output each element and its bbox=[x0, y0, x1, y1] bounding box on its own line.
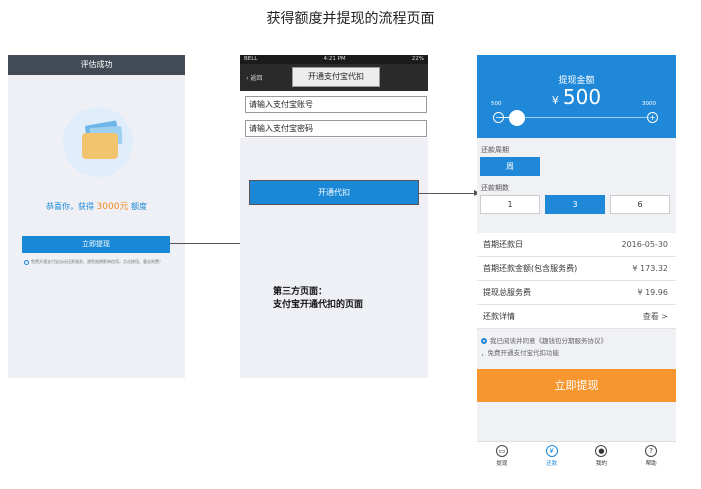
list-item: 提现总服务费 ¥ 19.96 bbox=[477, 281, 676, 305]
screen-alipay-autopay: BELL 4:21 PM 22% ‹ 返回 开通支付宝代扣 请输入支付宝账号 请… bbox=[240, 55, 428, 378]
back-button[interactable]: ‹ 返回 bbox=[246, 73, 262, 82]
back-label: 返回 bbox=[250, 75, 263, 82]
flow-arrow-2 bbox=[418, 193, 474, 194]
withdraw-now-button[interactable]: 立即提现 bbox=[477, 369, 676, 402]
autopay-note: 免费开通支付宝自动还款服务，避免逾期影响信用，点击按钮，重去则费！ bbox=[24, 258, 174, 265]
third-party-line2: 支付宝开通代扣的页面 bbox=[273, 300, 364, 310]
open-autopay-button[interactable]: 开通代扣 bbox=[249, 180, 419, 205]
list-item: 首期还款金额(包含服务费) ¥ 173.32 bbox=[477, 257, 676, 281]
withdraw-now-button[interactable]: 立即提现 bbox=[22, 236, 170, 253]
agreement-line1[interactable]: 我已阅读并同意《趣钱包分期服务协议》 bbox=[490, 337, 607, 345]
nav-title: 开通支付宝代扣 bbox=[292, 67, 380, 87]
minus-icon[interactable]: − bbox=[493, 112, 504, 123]
periods-label: 还款期数 bbox=[481, 184, 509, 192]
credit-amount: 3000元 bbox=[96, 202, 129, 212]
third-party-line1: 第三方页面： bbox=[273, 287, 328, 297]
congrats-prefix: 恭喜你，获得 bbox=[46, 202, 94, 211]
tab-mine[interactable]: ● 我的 bbox=[577, 442, 627, 473]
repayment-details: 首期还款日 2016-05-30 首期还款金额(包含服务费) ¥ 173.32 提现… bbox=[477, 233, 676, 329]
row-value: 2016-05-30 bbox=[621, 240, 669, 249]
congrats-text: 恭喜你，获得 3000元 额度 bbox=[8, 199, 185, 212]
tab-label: 提现 bbox=[496, 461, 508, 467]
period-option[interactable]: 6 bbox=[610, 195, 670, 214]
carrier: BELL bbox=[244, 56, 258, 62]
amount-header: 提现金额 ¥500 500 3000 − + bbox=[477, 55, 676, 138]
row-value: 查看 > bbox=[642, 312, 668, 321]
screen-withdraw: 提现金额 ¥500 500 3000 − + 还款周期 周 还款期数 1 3 6… bbox=[477, 55, 676, 473]
agreement: 我已阅读并同意《趣钱包分期服务协议》 ，免费开通支付宝代扣功能 bbox=[481, 335, 671, 359]
row-value: ¥ 19.96 bbox=[637, 288, 668, 297]
repayment-detail-link[interactable]: 还款详情 查看 > bbox=[477, 305, 676, 329]
autopay-note-text: 免费开通支付宝自动还款服务，避免逾期影响信用，点击按钮，重去则费！ bbox=[31, 259, 163, 264]
row-label: 提现总服务费 bbox=[483, 288, 531, 297]
row-label: 首期还款日 bbox=[483, 240, 523, 249]
slider-max-label: 3000 bbox=[642, 101, 656, 107]
slider-min-label: 500 bbox=[491, 101, 502, 107]
yen-icon: ¥ bbox=[545, 445, 558, 457]
agreement-line2: ，免费开通支付宝代扣功能 bbox=[481, 349, 559, 357]
screen-assessment-success: 评估成功 恭喜你，获得 3000元 额度 立即提现 免费开通支付宝自动还款服务，… bbox=[8, 55, 185, 378]
congrats-suffix: 额度 bbox=[131, 202, 147, 211]
wallet-icon bbox=[82, 133, 118, 159]
screen1-header: 评估成功 bbox=[8, 55, 185, 75]
status-bar: BELL 4:21 PM 22% bbox=[240, 55, 428, 64]
tab-label: 帮助 bbox=[645, 461, 657, 467]
tab-withdraw[interactable]: ▭ 提现 bbox=[477, 442, 527, 473]
slider-handle[interactable] bbox=[509, 110, 525, 126]
flow-arrow-1 bbox=[170, 243, 244, 244]
tab-label: 我的 bbox=[595, 461, 607, 467]
period-option[interactable]: 1 bbox=[480, 195, 540, 214]
cycle-label: 还款周期 bbox=[481, 146, 509, 154]
alipay-account-input[interactable]: 请输入支付宝账号 bbox=[245, 96, 427, 113]
currency-symbol: ¥ bbox=[551, 94, 559, 107]
period-option[interactable]: 3 bbox=[545, 195, 605, 214]
nav-bar: ‹ 返回 开通支付宝代扣 bbox=[240, 64, 428, 91]
tab-help[interactable]: ? 帮助 bbox=[626, 442, 676, 473]
help-icon: ? bbox=[645, 445, 658, 457]
tab-bar: ▭ 提现 ¥ 还款 ● 我的 ? 帮助 bbox=[477, 441, 676, 473]
clock: 4:21 PM bbox=[323, 56, 346, 62]
cash-icon: ▭ bbox=[495, 445, 508, 457]
tab-repay[interactable]: ¥ 还款 bbox=[527, 442, 577, 473]
battery: 22% bbox=[411, 56, 424, 62]
third-party-note: 第三方页面： 支付宝开通代扣的页面 bbox=[273, 286, 363, 312]
plus-icon[interactable]: + bbox=[647, 112, 658, 123]
row-label: 首期还款金额(包含服务费) bbox=[483, 264, 578, 273]
radio-icon[interactable] bbox=[24, 259, 29, 265]
user-icon: ● bbox=[595, 445, 608, 457]
page-title: 获得额度并提现的流程页面 bbox=[266, 11, 435, 27]
radio-icon[interactable] bbox=[481, 338, 487, 344]
tab-label: 还款 bbox=[546, 461, 558, 467]
list-item: 首期还款日 2016-05-30 bbox=[477, 233, 676, 257]
row-value: ¥ 173.32 bbox=[632, 264, 668, 273]
amount-value: 500 bbox=[562, 85, 602, 109]
cycle-option-week[interactable]: 周 bbox=[480, 157, 540, 176]
row-label: 还款详情 bbox=[483, 312, 515, 321]
alipay-password-input[interactable]: 请输入支付宝密码 bbox=[245, 120, 427, 137]
